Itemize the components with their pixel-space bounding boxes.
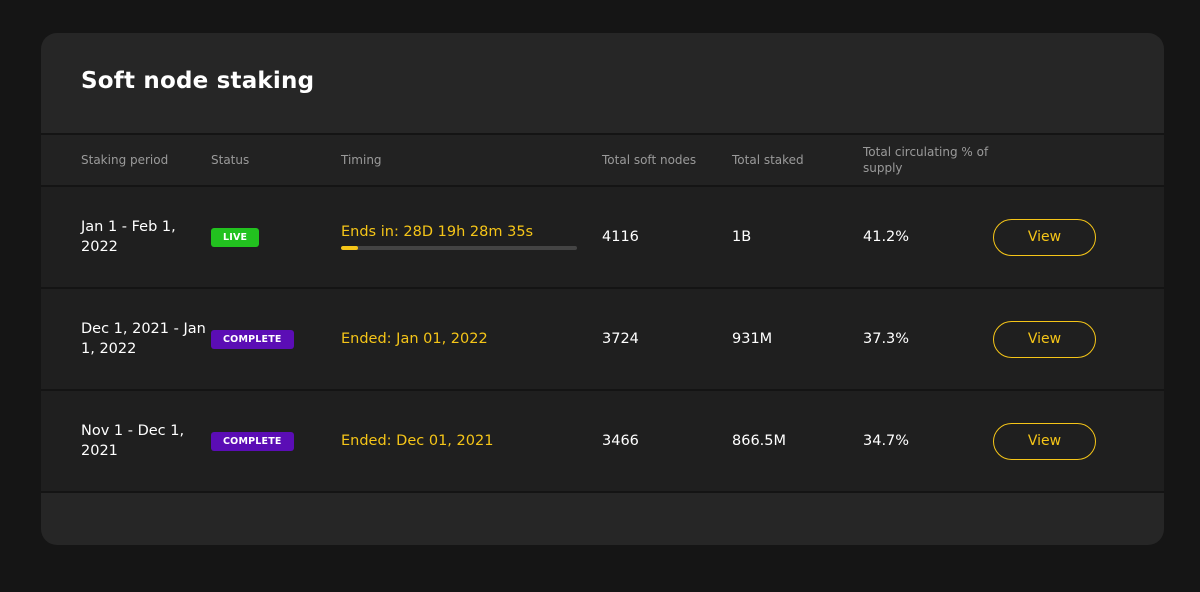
progress-bar: [341, 246, 577, 250]
view-button[interactable]: View: [993, 422, 1096, 460]
status-badge: COMPLETE: [211, 431, 294, 451]
staking-card: Soft node staking Staking period Status …: [41, 33, 1164, 545]
column-header-staked: Total staked: [732, 153, 804, 167]
table-row: Dec 1, 2021 - Jan 1, 2022 COMPLETE Ended…: [41, 289, 1164, 391]
timing-text: Ended: Jan 01, 2022: [341, 331, 488, 347]
column-header-timing: Timing: [341, 153, 382, 167]
column-header-period: Staking period: [81, 153, 169, 167]
circulating-percent: 37.3%: [863, 331, 910, 347]
status-badge: LIVE: [211, 227, 260, 247]
table-row: Jan 1 - Feb 1, 2022 LIVE Ends in: 28D 19…: [41, 187, 1164, 289]
staking-period: Dec 1, 2021 - Jan 1, 2022: [81, 321, 206, 357]
total-soft-nodes: 3724: [602, 331, 639, 347]
timing-text: Ended: Dec 01, 2021: [341, 433, 494, 449]
total-staked: 866.5M: [732, 433, 787, 449]
total-staked: 931M: [732, 331, 773, 347]
staking-period: Jan 1 - Feb 1, 2022: [81, 219, 176, 255]
view-button[interactable]: View: [993, 218, 1096, 256]
table-header: Staking period Status Timing Total soft …: [41, 135, 1164, 187]
column-header-circulating: Total circulating % of supply: [863, 145, 989, 175]
table-row: Nov 1 - Dec 1, 2021 COMPLETE Ended: Dec …: [41, 391, 1164, 493]
total-soft-nodes: 4116: [602, 229, 639, 245]
total-staked: 1B: [732, 229, 752, 245]
column-header-status: Status: [211, 153, 250, 167]
view-button[interactable]: View: [993, 320, 1096, 358]
progress-fill: [341, 246, 358, 250]
page-title: Soft node staking: [81, 68, 315, 94]
total-soft-nodes: 3466: [602, 433, 639, 449]
circulating-percent: 41.2%: [863, 229, 910, 245]
staking-table: Staking period Status Timing Total soft …: [41, 133, 1164, 493]
staking-period: Nov 1 - Dec 1, 2021: [81, 423, 185, 459]
status-badge: COMPLETE: [211, 329, 294, 349]
circulating-percent: 34.7%: [863, 433, 910, 449]
timing-text: Ends in: 28D 19h 28m 35s: [341, 224, 534, 240]
column-header-nodes: Total soft nodes: [602, 153, 697, 167]
